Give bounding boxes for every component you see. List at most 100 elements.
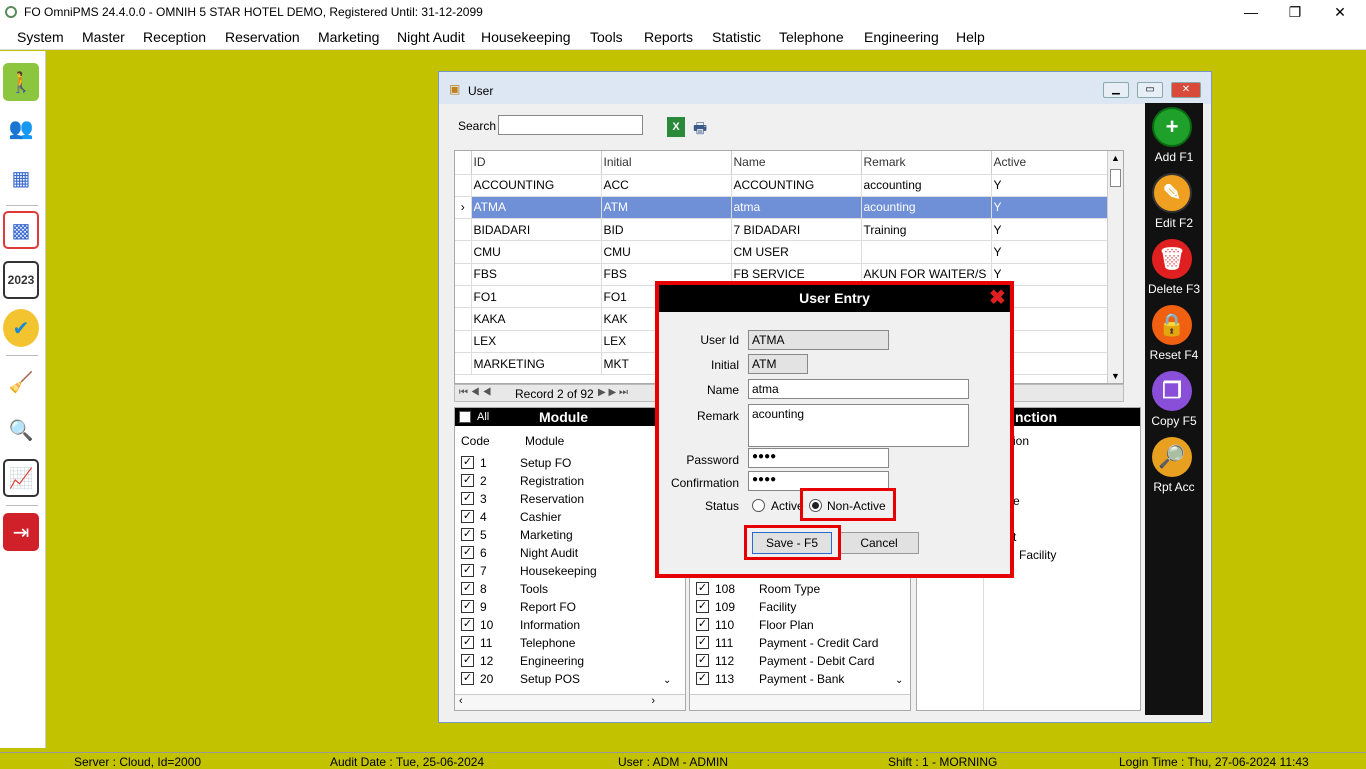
list-item[interactable]: ✓ 9 Report FO xyxy=(461,600,576,618)
table-cell[interactable]: FO1 xyxy=(471,285,602,309)
list-item[interactable]: ✓ 10 Information xyxy=(461,618,580,636)
add-button[interactable]: + xyxy=(1152,107,1192,147)
menu-master[interactable]: Master xyxy=(82,29,125,45)
table-row[interactable]: BIDADARI BID 7 BIDADARI Training Y xyxy=(455,218,1123,242)
table-cell[interactable]: acounting xyxy=(861,196,992,220)
copy-button[interactable]: ❐ xyxy=(1152,371,1192,411)
password-field[interactable]: ●●●● xyxy=(748,448,889,468)
table-row[interactable]: CMU CMU CM USER Y xyxy=(455,240,1123,264)
calendar-grid-icon[interactable]: ▩ xyxy=(3,211,39,249)
col-header-initial[interactable]: Initial xyxy=(601,151,732,175)
table-cell[interactable]: Y xyxy=(991,240,1123,264)
name-field[interactable]: atma xyxy=(748,379,969,399)
delete-button[interactable]: 🗑 xyxy=(1152,239,1192,279)
list-item[interactable]: ✓ 1 Setup FO xyxy=(461,456,571,474)
module-checkbox[interactable]: ✓ xyxy=(461,528,474,542)
menu-night-audit[interactable]: Night Audit xyxy=(397,29,465,45)
calendar-2023-icon[interactable]: 2023 xyxy=(3,261,39,299)
table-cell[interactable]: Training xyxy=(861,218,992,242)
list-item[interactable]: ✓ 8 Tools xyxy=(461,582,548,600)
table-cell[interactable]: atma xyxy=(731,196,862,220)
table-cell[interactable]: 7 BIDADARI xyxy=(731,218,862,242)
table-cell[interactable]: Y xyxy=(991,218,1123,242)
table-cell[interactable]: BIDADARI xyxy=(471,218,602,242)
status-active-radio[interactable] xyxy=(752,499,765,512)
table-cell[interactable] xyxy=(861,240,992,264)
table-cell[interactable]: ACC xyxy=(601,174,732,197)
module-scroll-down-icon[interactable]: ⌄ xyxy=(663,675,671,686)
sub-checkbox[interactable]: ✓ xyxy=(696,582,709,596)
module-checkbox[interactable]: ✓ xyxy=(461,654,474,668)
menu-help[interactable]: Help xyxy=(956,29,985,45)
close-icon[interactable]: ✕ xyxy=(1325,2,1355,22)
menu-system[interactable]: System xyxy=(17,29,64,45)
report-button[interactable]: 🔎 xyxy=(1152,437,1192,477)
menu-tools[interactable]: Tools xyxy=(590,29,623,45)
search-input[interactable] xyxy=(498,115,643,135)
walking-person-icon[interactable]: 🚶 xyxy=(3,63,39,101)
table-cell[interactable]: CMU xyxy=(601,240,732,264)
user-id-field[interactable]: ATMA xyxy=(748,330,889,350)
table-cell[interactable]: CM USER xyxy=(731,240,862,264)
row-header[interactable] xyxy=(455,218,472,242)
window-close-icon[interactable]: ✕ xyxy=(1171,82,1201,98)
table-cell[interactable]: BID xyxy=(601,218,732,242)
reset-button[interactable]: 🔒 xyxy=(1152,305,1192,345)
module-checkbox[interactable]: ✓ xyxy=(461,582,474,596)
list-item[interactable]: ✓ 111 Payment - Credit Card xyxy=(696,636,878,654)
list-item[interactable]: ✓ 4 Cashier xyxy=(461,510,561,528)
menu-engineering[interactable]: Engineering xyxy=(864,29,939,45)
module-checkbox[interactable]: ✓ xyxy=(461,564,474,578)
module-checkbox[interactable]: ✓ xyxy=(461,618,474,632)
list-item[interactable]: ✓ 109 Facility xyxy=(696,600,796,618)
availability-badge-icon[interactable]: ✔ xyxy=(3,309,39,347)
menu-marketing[interactable]: Marketing xyxy=(318,29,379,45)
menu-statistic[interactable]: Statistic xyxy=(712,29,761,45)
col-header-name[interactable]: Name xyxy=(731,151,862,175)
menu-reception[interactable]: Reception xyxy=(143,29,206,45)
all-checkbox[interactable] xyxy=(459,411,471,423)
list-item[interactable]: ✓ 3 Reservation xyxy=(461,492,584,510)
list-item[interactable]: ✓ 20 Setup POS xyxy=(461,672,580,690)
table-cell[interactable]: KAKA xyxy=(471,307,602,331)
list-item[interactable]: ✓ 6 Night Audit xyxy=(461,546,578,564)
excel-export-icon[interactable]: X xyxy=(667,117,685,137)
list-item[interactable]: ✓ 12 Engineering xyxy=(461,654,584,672)
initial-field[interactable]: ATM xyxy=(748,354,808,374)
row-pointer-icon[interactable]: › xyxy=(455,196,472,220)
list-item[interactable]: ✓ 7 Housekeeping xyxy=(461,564,597,582)
dialog-close-icon[interactable]: ✖ xyxy=(989,288,1006,308)
table-cell[interactable]: ATM xyxy=(601,196,732,220)
menu-housekeeping[interactable]: Housekeeping xyxy=(481,29,571,45)
exit-icon[interactable]: ⇥ xyxy=(3,513,39,551)
statistics-chart-icon[interactable]: 📈 xyxy=(3,459,39,497)
list-item[interactable]: ✓ 108 Room Type xyxy=(696,582,820,600)
print-icon[interactable]: 🖶 xyxy=(693,118,711,137)
nav-next-last-icon[interactable]: ▶ ▶ ⏭ xyxy=(598,387,628,398)
table-cell[interactable]: accounting xyxy=(861,174,992,197)
module-checkbox[interactable]: ✓ xyxy=(461,510,474,524)
list-item[interactable]: ✓ 2 Registration xyxy=(461,474,584,492)
module-checkbox[interactable]: ✓ xyxy=(461,492,474,506)
housekeeping-icon[interactable]: 🧹 xyxy=(3,363,39,401)
restore-icon[interactable]: ❐ xyxy=(1280,2,1310,22)
sub-checkbox[interactable]: ✓ xyxy=(696,600,709,614)
search-chart-icon[interactable]: 🔍 xyxy=(3,411,39,449)
table-cell[interactable]: LEX xyxy=(471,330,602,353)
edit-button[interactable]: ✎ xyxy=(1152,173,1192,213)
menu-reservation[interactable]: Reservation xyxy=(225,29,300,45)
cancel-button[interactable]: Cancel xyxy=(839,532,919,554)
row-header[interactable] xyxy=(455,240,472,264)
minimize-icon[interactable]: — xyxy=(1236,2,1266,22)
table-cell[interactable]: CMU xyxy=(471,240,602,264)
table-cell[interactable]: MARKETING xyxy=(471,352,602,376)
col-header-remark[interactable]: Remark xyxy=(861,151,992,175)
module-checkbox[interactable]: ✓ xyxy=(461,672,474,686)
window-restore-icon[interactable]: ▭ xyxy=(1137,82,1163,98)
sub-hscrollbar[interactable] xyxy=(690,694,910,710)
module-checkbox[interactable]: ✓ xyxy=(461,474,474,488)
row-header[interactable] xyxy=(455,352,472,376)
grid-vertical-scrollbar[interactable]: ▲ ▼ xyxy=(1107,151,1123,383)
floor-plan-icon[interactable]: ▦ xyxy=(3,159,39,197)
table-cell[interactable]: ACCOUNTING xyxy=(471,174,602,197)
